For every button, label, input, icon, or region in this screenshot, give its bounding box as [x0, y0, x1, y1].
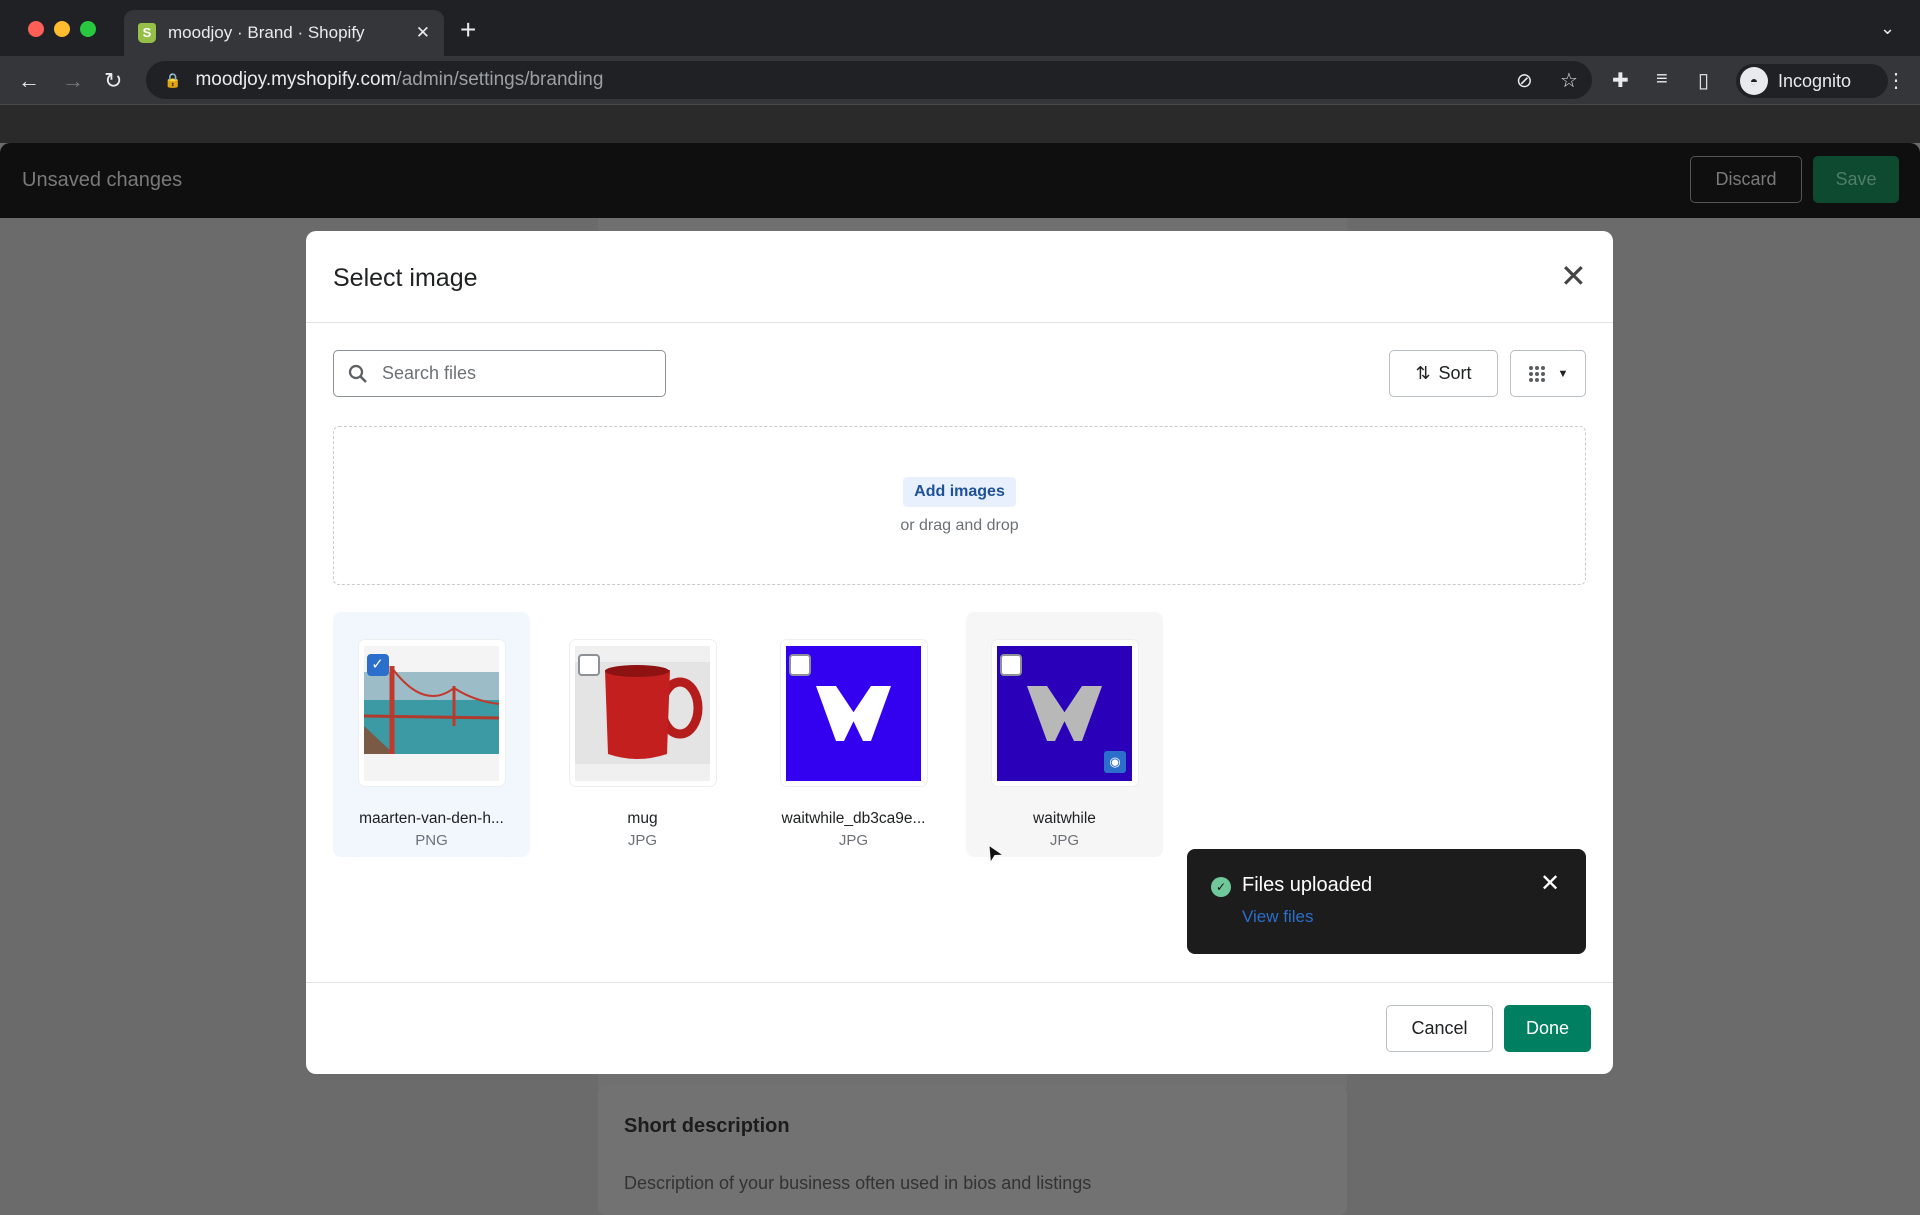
add-images-button[interactable]: Add images — [903, 476, 1016, 507]
sort-button[interactable]: ⇅ Sort — [1389, 350, 1498, 397]
modal-title: Select image — [333, 264, 478, 292]
cancel-button[interactable]: Cancel — [1386, 1005, 1493, 1052]
browser-tab[interactable]: S moodjoy · Brand · Shopify ✕ — [124, 10, 444, 56]
dropzone-hint: or drag and drop — [900, 516, 1019, 534]
tab-search-chevron-icon[interactable]: ⌄ — [1880, 18, 1895, 39]
file-card[interactable]: ✓ maarten-van-den-h... PNG — [333, 612, 530, 857]
search-icon — [348, 364, 367, 383]
url-path: /admin/settings/branding — [396, 69, 604, 90]
files-uploaded-toast: ✓ Files uploaded View files ✕ — [1187, 849, 1586, 954]
close-modal-button[interactable]: ✕ — [1560, 257, 1587, 295]
close-window-button[interactable] — [28, 21, 44, 37]
new-tab-button[interactable]: + — [460, 14, 476, 46]
file-type: JPG — [627, 832, 658, 849]
unsaved-changes-bar: Unsaved changes Discard Save — [0, 143, 1920, 218]
reload-icon[interactable]: ↻ — [104, 68, 122, 94]
file-card[interactable]: ◉ waitwhile JPG — [966, 612, 1163, 857]
check-circle-icon: ✓ — [1211, 877, 1231, 897]
search-input[interactable] — [382, 363, 642, 384]
divider — [306, 322, 1613, 323]
grid-icon — [1528, 365, 1545, 382]
checkbox-checked[interactable]: ✓ — [366, 654, 389, 676]
file-name: waitwhile — [1033, 810, 1096, 827]
discard-button[interactable]: Discard — [1690, 156, 1802, 203]
media-queue-icon[interactable]: ≡ — [1656, 68, 1668, 91]
toast-title: Files uploaded — [1242, 874, 1373, 896]
file-name: mug — [627, 810, 658, 827]
extensions-puzzle-icon[interactable]: ✚ — [1612, 68, 1629, 93]
maximize-window-button[interactable] — [80, 21, 96, 37]
incognito-icon: ◓ — [1740, 67, 1768, 95]
sort-arrows-icon: ⇅ — [1415, 363, 1431, 383]
address-bar[interactable]: 🔒 moodjoy.myshopify.com/admin/settings/b… — [146, 61, 1592, 99]
save-button[interactable]: Save — [1813, 156, 1899, 203]
address-toolbar: ← → ↻ 🔒 moodjoy.myshopify.com/admin/sett… — [0, 56, 1920, 105]
unsaved-changes-label: Unsaved changes — [22, 169, 183, 191]
view-toggle-button[interactable]: ▼ — [1510, 350, 1586, 397]
browser-tab-bar: S moodjoy · Brand · Shopify ✕ + ⌄ — [0, 0, 1920, 56]
checkbox[interactable] — [788, 654, 811, 676]
back-icon[interactable]: ← — [18, 68, 40, 94]
profile-label: Incognito — [1778, 70, 1852, 91]
shopify-favicon-icon: S — [138, 23, 156, 43]
lock-icon: 🔒 — [164, 71, 182, 88]
incognito-profile-button[interactable]: ◓ Incognito — [1736, 64, 1888, 98]
section-title: Short description — [624, 1115, 790, 1137]
preview-eye-icon[interactable]: ◉ — [1104, 750, 1126, 773]
divider — [306, 982, 1613, 983]
search-files-field[interactable] — [333, 350, 666, 397]
shopify-header-dimmed — [0, 105, 1920, 143]
done-button[interactable]: Done — [1504, 1005, 1591, 1052]
file-card[interactable]: mug JPG — [544, 612, 741, 857]
url-host: moodjoy.myshopify.com — [195, 69, 397, 90]
view-files-link[interactable]: View files — [1242, 907, 1314, 927]
sort-label: Sort — [1438, 363, 1472, 383]
file-type: JPG — [1049, 832, 1080, 849]
file-name: waitwhile_db3ca9e... — [781, 810, 926, 827]
file-type: PNG — [415, 832, 448, 849]
file-name: maarten-van-den-h... — [359, 810, 504, 827]
tab-title: moodjoy · Brand · Shopify — [168, 23, 365, 42]
dismiss-toast-button[interactable]: ✕ — [1540, 869, 1560, 898]
bookmark-star-icon[interactable]: ☆ — [1560, 68, 1578, 93]
short-description-card: Short description Description of your bu… — [598, 1085, 1347, 1215]
section-description: Description of your business often used … — [624, 1173, 1092, 1193]
caret-down-icon: ▼ — [1557, 367, 1569, 380]
minimize-window-button[interactable] — [54, 21, 70, 37]
checkbox[interactable] — [999, 654, 1022, 676]
side-panel-icon[interactable]: ▯ — [1698, 68, 1709, 93]
checkbox[interactable] — [577, 654, 600, 676]
file-type: JPG — [838, 832, 869, 849]
dropzone[interactable]: Add images or drag and drop — [333, 426, 1586, 585]
forward-icon[interactable]: → — [62, 68, 84, 94]
select-image-modal: Select image ✕ ⇅ Sort ▼ Add images or dr… — [306, 231, 1613, 1074]
browser-menu-icon[interactable]: ⋮ — [1886, 68, 1906, 93]
file-card[interactable]: waitwhile_db3ca9e... JPG — [755, 612, 952, 857]
close-tab-icon[interactable]: ✕ — [416, 23, 430, 43]
tracking-blocked-eye-icon[interactable]: ⊘ — [1516, 68, 1533, 93]
